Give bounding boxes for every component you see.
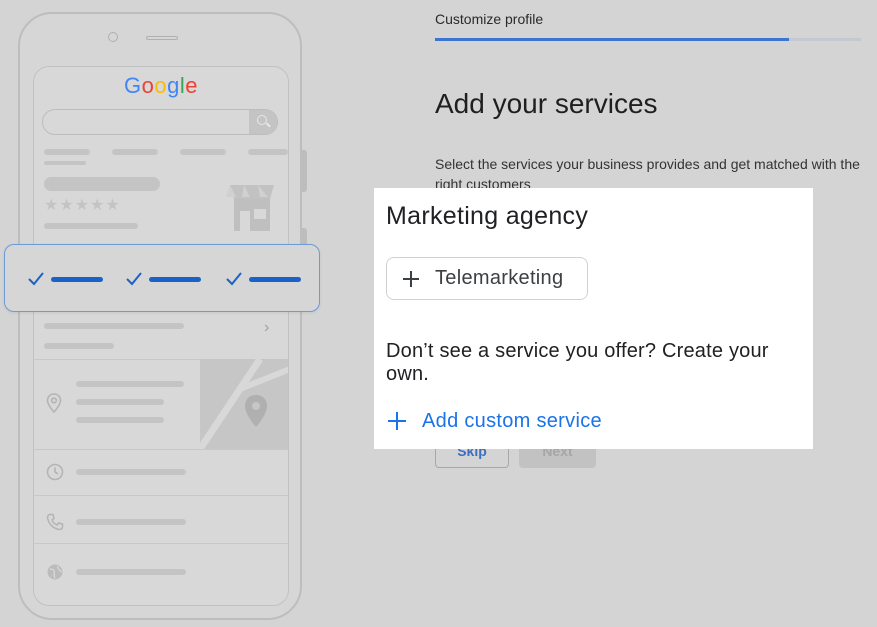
chevron-right-icon: › xyxy=(264,319,270,336)
divider xyxy=(34,449,288,450)
page-title: Add your services xyxy=(435,88,658,119)
google-logo: Google xyxy=(34,73,288,99)
logo-letter: o xyxy=(141,73,155,98)
placeholder-title xyxy=(44,177,160,191)
plus-icon xyxy=(388,412,406,430)
plus-icon xyxy=(403,271,419,287)
placeholder-line xyxy=(76,417,164,423)
service-chip-telemarketing[interactable]: Telemarketing xyxy=(386,257,588,300)
placeholder-line xyxy=(44,223,138,229)
logo-letter: e xyxy=(185,73,198,98)
step-title: Customize profile xyxy=(435,11,544,27)
placeholder-line xyxy=(44,323,184,329)
clock-icon xyxy=(46,463,64,481)
phone-illustration: Google ★★★★★ › xyxy=(18,12,307,620)
add-custom-service-label: Add custom service xyxy=(422,409,602,432)
storefront-icon xyxy=(226,185,274,231)
search-icon xyxy=(249,110,277,134)
phone-icon xyxy=(46,513,64,531)
placeholder-line xyxy=(44,343,114,349)
logo-letter: g xyxy=(167,73,180,98)
divider xyxy=(34,495,288,496)
phone-speaker xyxy=(146,36,178,40)
placeholder-line xyxy=(44,149,90,155)
mock-search-bar xyxy=(42,109,278,135)
services-panel: Marketing agency Telemarketing Don’t see… xyxy=(374,188,813,449)
placeholder-line xyxy=(76,381,184,387)
service-line xyxy=(51,277,103,282)
rating-stars: ★★★★★ xyxy=(44,197,121,214)
globe-icon xyxy=(47,564,63,580)
custom-service-prompt: Don’t see a service you offer? Create yo… xyxy=(386,340,769,385)
logo-letter: G xyxy=(123,73,142,98)
logo-letter: o xyxy=(154,73,168,98)
selected-services-card xyxy=(4,244,320,312)
service-chip-label: Telemarketing xyxy=(435,267,564,289)
placeholder-line xyxy=(248,149,288,155)
placeholder-line xyxy=(76,399,164,405)
divider xyxy=(34,543,288,544)
map-thumbnail-icon xyxy=(200,359,288,449)
checkmark-icon xyxy=(226,272,242,286)
location-pin-icon xyxy=(46,393,62,413)
phone-camera xyxy=(108,32,118,42)
checkmark-icon xyxy=(28,272,44,286)
progress-fill xyxy=(435,38,789,41)
progress-bar xyxy=(435,38,861,41)
placeholder-line xyxy=(76,569,186,575)
service-line xyxy=(249,277,301,282)
phone-side-button xyxy=(302,150,307,192)
placeholder-line xyxy=(180,149,226,155)
business-category: Marketing agency xyxy=(386,202,589,230)
service-line xyxy=(149,277,201,282)
placeholder-line xyxy=(76,469,186,475)
placeholder-line xyxy=(112,149,158,155)
checkmark-icon xyxy=(126,272,142,286)
phone-screen: Google ★★★★★ › xyxy=(33,66,289,606)
add-custom-service-button[interactable]: Add custom service xyxy=(386,406,602,436)
placeholder-line xyxy=(44,161,86,165)
placeholder-line xyxy=(76,519,186,525)
